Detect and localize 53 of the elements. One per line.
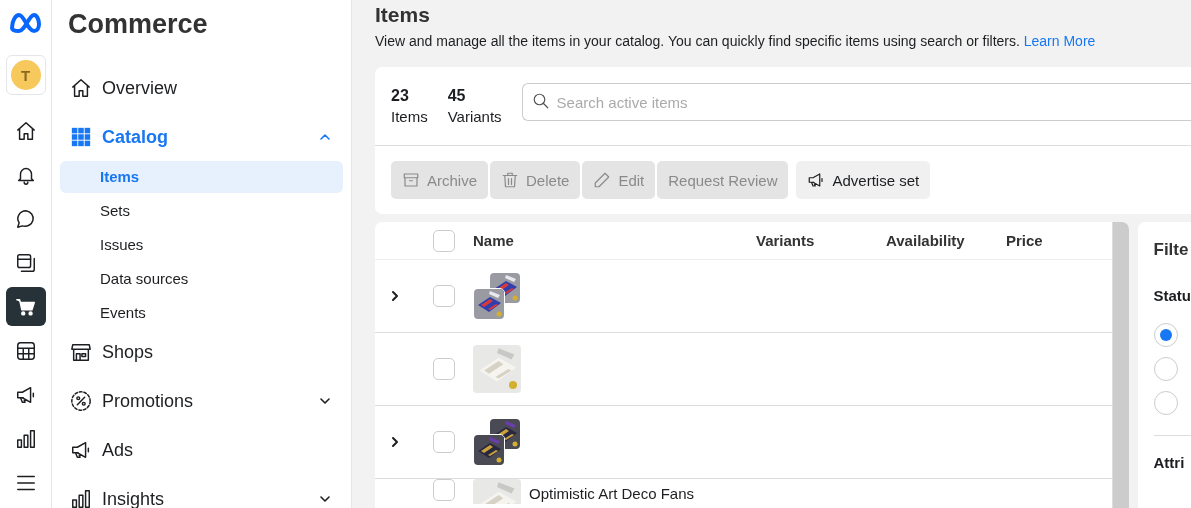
table-icon — [14, 339, 37, 362]
nav-subitem[interactable]: Events — [60, 297, 343, 329]
nav-subitem[interactable]: Issues — [60, 229, 343, 261]
row-checkbox[interactable] — [433, 431, 455, 453]
page-description: View and manage all the items in your catalog. You can quickly find specific items using search or filters. Learn More — [375, 33, 1097, 49]
column-header[interactable]: Variants — [756, 232, 886, 249]
nav-subitem[interactable]: Data sources — [60, 263, 343, 295]
nav-item[interactable]: Ads — [60, 432, 343, 468]
nav-item[interactable]: Catalog — [60, 119, 343, 155]
learn-more-link[interactable]: Learn More — [1023, 33, 1096, 49]
nav-item[interactable]: Promotions — [60, 383, 343, 419]
grid-icon — [70, 126, 92, 148]
item-name[interactable]: Optimistic Art Deco Fans — [529, 485, 695, 502]
select-all-checkbox[interactable] — [433, 229, 455, 252]
bar-chart-icon — [70, 488, 92, 508]
stat-label: Variants — [447, 108, 502, 125]
pencil-icon — [593, 171, 612, 189]
percent-icon — [70, 390, 92, 412]
nav-item[interactable]: Insights — [60, 481, 343, 508]
megaphone-icon — [807, 171, 826, 189]
column-header[interactable]: Availability — [886, 232, 1006, 249]
logo-icon[interactable] — [7, 11, 44, 35]
megaphone-icon — [70, 439, 92, 461]
column-header[interactable]: Name — [473, 232, 756, 249]
stat-label: Items — [391, 108, 428, 125]
trash-icon — [501, 171, 520, 189]
rail-button[interactable] — [5, 287, 46, 326]
pages-icon — [14, 251, 37, 274]
house-icon — [70, 77, 92, 99]
nav-subitem[interactable]: Sets — [60, 195, 343, 227]
stat-value: 23 — [391, 87, 410, 105]
search-icon — [531, 92, 550, 110]
column-header[interactable]: Price — [1006, 232, 1043, 249]
bar-chart-icon — [14, 427, 37, 450]
nav-item[interactable]: Shops — [60, 334, 343, 370]
chat-icon — [14, 207, 37, 230]
app-title: Commerce — [68, 9, 209, 41]
filter-title: Filte — [1153, 240, 1190, 260]
section-heading: Statu — [1153, 287, 1191, 304]
nav-item[interactable]: Overview — [60, 70, 343, 106]
archive-icon — [402, 171, 420, 189]
stat-value: 45 — [447, 87, 467, 105]
row-checkbox[interactable] — [433, 358, 455, 380]
search-field[interactable]: Search active items — [521, 83, 1191, 121]
scrollbar[interactable] — [1111, 222, 1129, 508]
row-checkbox[interactable] — [433, 479, 455, 501]
nav-subitem[interactable]: Items — [60, 161, 343, 193]
home-icon — [14, 119, 37, 142]
section-heading: Attri — [1153, 454, 1186, 471]
store-icon — [70, 341, 92, 363]
row-checkbox[interactable] — [433, 285, 455, 307]
action-button[interactable]: Advertise set — [796, 161, 931, 199]
page-title: Items — [375, 3, 431, 28]
